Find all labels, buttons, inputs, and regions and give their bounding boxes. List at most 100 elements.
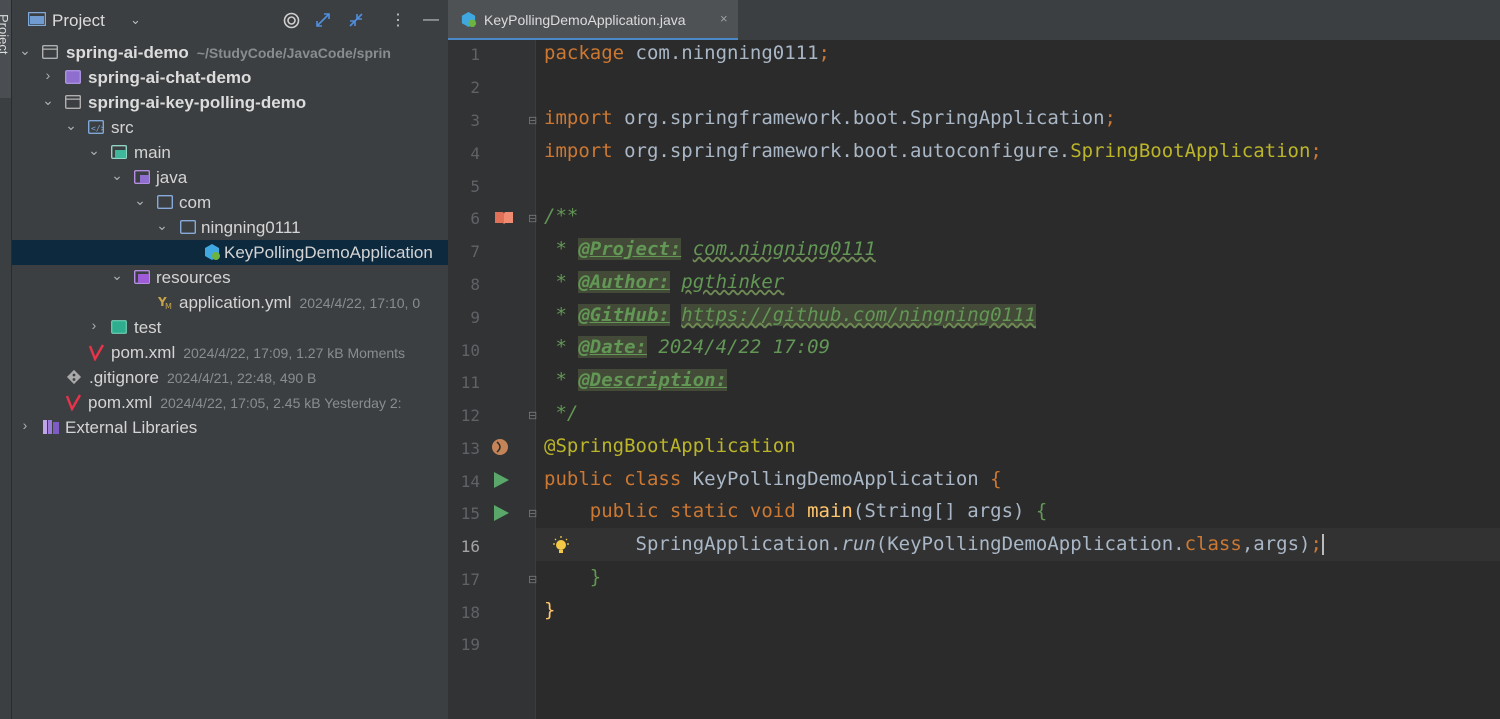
line-number: 6 bbox=[470, 209, 480, 228]
tree-item-root-pom-xml[interactable]: pom.xml 2024/4/22, 17:05, 2.45 kB Yesterd… bbox=[12, 390, 448, 415]
tree-item-gitignore[interactable]: .gitignore 2024/4/21, 22:48, 490 B bbox=[12, 365, 448, 390]
tree-item-meta: 2024/4/22, 17:09, 1.27 kB Moments bbox=[183, 345, 406, 361]
tree-item-resources[interactable]: ⌄ resources bbox=[12, 265, 448, 290]
fold-icon[interactable]: ⊟ bbox=[528, 212, 537, 225]
code-line-10: * @Date: 2024/4/22 17:09 bbox=[544, 336, 830, 358]
tree-item-pom-xml[interactable]: pom.xml 2024/4/22, 17:09, 1.27 kB Moments bbox=[12, 340, 448, 365]
doc-star: * bbox=[544, 238, 579, 260]
chevron-down-icon[interactable]: ⌄ bbox=[110, 167, 124, 184]
chevron-right-icon[interactable]: › bbox=[87, 317, 101, 333]
chevron-down-icon[interactable]: ⌄ bbox=[130, 12, 141, 28]
tree-item-external-libraries[interactable]: › External Libraries bbox=[12, 415, 448, 440]
project-tool-tab[interactable]: Project bbox=[0, 0, 11, 98]
keyword: class bbox=[1184, 533, 1242, 555]
line-number: 4 bbox=[470, 144, 480, 163]
code-line-15: public static void main(String[] args) { bbox=[544, 500, 1048, 522]
tree-item-ningning0111[interactable]: ⌄ ningning0111 bbox=[12, 215, 448, 240]
chevron-right-icon[interactable]: › bbox=[41, 67, 55, 83]
code-line-4: import org.springframework.boot.autoconf… bbox=[544, 140, 1322, 162]
fold-icon[interactable]: ⊟ bbox=[528, 114, 537, 127]
book-icon[interactable] bbox=[494, 210, 514, 226]
git-file-icon bbox=[66, 369, 82, 385]
code-text: org.springframework.boot.autoconfigure. bbox=[612, 140, 1071, 162]
brace: { bbox=[990, 468, 1002, 490]
chevron-down-icon[interactable]: ⌄ bbox=[64, 117, 78, 134]
minimize-icon[interactable]: — bbox=[420, 9, 442, 31]
fold-icon[interactable]: ⊟ bbox=[528, 573, 537, 586]
library-icon bbox=[43, 420, 59, 434]
code-line-11: * @Description: bbox=[544, 369, 728, 391]
module-folder-icon bbox=[65, 95, 81, 109]
tree-item-label: pom.xml bbox=[111, 343, 176, 362]
tree-item-label: com bbox=[179, 193, 212, 212]
doc-value: pgthinker bbox=[681, 271, 785, 293]
fold-icon[interactable]: ⊟ bbox=[528, 409, 537, 422]
code-line-9: * @GitHub: https://github.com/ningning01… bbox=[544, 304, 1036, 326]
text-caret bbox=[1321, 534, 1324, 555]
expand-all-icon[interactable] bbox=[312, 9, 334, 31]
maven-icon bbox=[88, 344, 105, 361]
line-number: 5 bbox=[470, 177, 480, 196]
locate-target-icon[interactable] bbox=[280, 9, 302, 31]
tree-item-src[interactable]: ⌄ </> src bbox=[12, 115, 448, 140]
line-number: 14 bbox=[460, 472, 480, 491]
svg-text:</>: </> bbox=[91, 124, 104, 133]
chevron-down-icon[interactable]: ⌄ bbox=[41, 92, 55, 109]
tree-item-application-yml[interactable]: YM application.yml 2024/4/22, 17:10, 0 bbox=[12, 290, 448, 315]
module-folder-icon bbox=[65, 70, 81, 84]
collapse-all-icon[interactable] bbox=[345, 9, 367, 31]
bean-icon[interactable] bbox=[490, 437, 510, 457]
project-panel-title[interactable]: Project bbox=[52, 11, 105, 31]
editor-tab-label: KeyPollingDemoApplication.java bbox=[484, 12, 686, 28]
tree-item-label: ningning0111 bbox=[201, 218, 301, 237]
doc-value: 2024/4/22 17:09 bbox=[658, 336, 831, 358]
run-icon[interactable] bbox=[492, 503, 510, 523]
close-icon[interactable]: × bbox=[720, 11, 728, 26]
tree-item-spring-ai-demo[interactable]: ⌄ spring-ai-demo ~/StudyCode/JavaCode/spr… bbox=[12, 40, 448, 65]
project-tool-label: Project bbox=[0, 14, 11, 55]
line-number: 10 bbox=[460, 341, 480, 360]
line-number: 12 bbox=[460, 406, 480, 425]
semicolon: ; bbox=[1310, 533, 1322, 555]
project-panel: Project ⌄ ⋮ — ⌄ spring-ai-demo ~/StudyCod… bbox=[12, 0, 448, 719]
doc-star: * bbox=[544, 369, 579, 391]
line-number: 18 bbox=[460, 603, 480, 622]
tree-item-com[interactable]: ⌄ com bbox=[12, 190, 448, 215]
module-folder-icon bbox=[42, 45, 58, 59]
yaml-file-icon: YM bbox=[158, 295, 172, 310]
maven-icon bbox=[65, 394, 82, 411]
doc-tag: @Author: bbox=[578, 271, 670, 293]
chevron-down-icon[interactable]: ⌄ bbox=[87, 142, 101, 159]
chevron-down-icon[interactable]: ⌄ bbox=[110, 267, 124, 284]
doc-value[interactable]: https://github.com/ningning0111 bbox=[681, 304, 1036, 326]
tree-item-label: main bbox=[134, 143, 171, 162]
editor-tab[interactable]: KeyPollingDemoApplication.java × bbox=[448, 0, 738, 41]
line-number: 11 bbox=[460, 373, 480, 392]
chevron-down-icon[interactable]: ⌄ bbox=[133, 192, 147, 209]
code-line-16: SpringApplication.run(KeyPollingDemoAppl… bbox=[544, 533, 1324, 555]
keyword: public static void bbox=[544, 500, 796, 522]
code-line-12: */ bbox=[544, 402, 579, 424]
java-source-folder-icon bbox=[134, 170, 150, 184]
tree-item-test[interactable]: › test bbox=[12, 315, 448, 340]
run-icon[interactable] bbox=[492, 470, 510, 490]
chevron-down-icon[interactable]: ⌄ bbox=[155, 217, 169, 234]
tree-item-keypollingdemoapplication[interactable]: KeyPollingDemoApplication bbox=[12, 240, 448, 265]
semicolon: ; bbox=[818, 42, 830, 64]
tree-item-label: External Libraries bbox=[65, 418, 198, 437]
source-folder-icon: </> bbox=[88, 120, 104, 134]
resources-folder-icon bbox=[134, 270, 150, 284]
tree-item-spring-ai-key-polling-demo[interactable]: ⌄ spring-ai-key-polling-demo bbox=[12, 90, 448, 115]
tree-item-java[interactable]: ⌄ java bbox=[12, 165, 448, 190]
code-editor[interactable]: 1 2 3 4 5 6 7 8 9 10 11 12 13 14 15 16 1… bbox=[448, 40, 1500, 719]
chevron-right-icon[interactable]: › bbox=[18, 417, 32, 433]
fold-icon[interactable]: ⊟ bbox=[528, 507, 537, 520]
tree-item-spring-ai-chat-demo[interactable]: › spring-ai-chat-demo bbox=[12, 65, 448, 90]
more-options-icon[interactable]: ⋮ bbox=[387, 9, 409, 31]
tree-item-main[interactable]: ⌄ main bbox=[12, 140, 448, 165]
project-panel-header: Project ⌄ ⋮ — bbox=[12, 0, 448, 40]
project-folder-icon bbox=[28, 12, 46, 26]
chevron-down-icon[interactable]: ⌄ bbox=[18, 42, 32, 59]
tool-window-stripe: Project bbox=[0, 0, 12, 719]
doc-star: * bbox=[544, 304, 579, 326]
